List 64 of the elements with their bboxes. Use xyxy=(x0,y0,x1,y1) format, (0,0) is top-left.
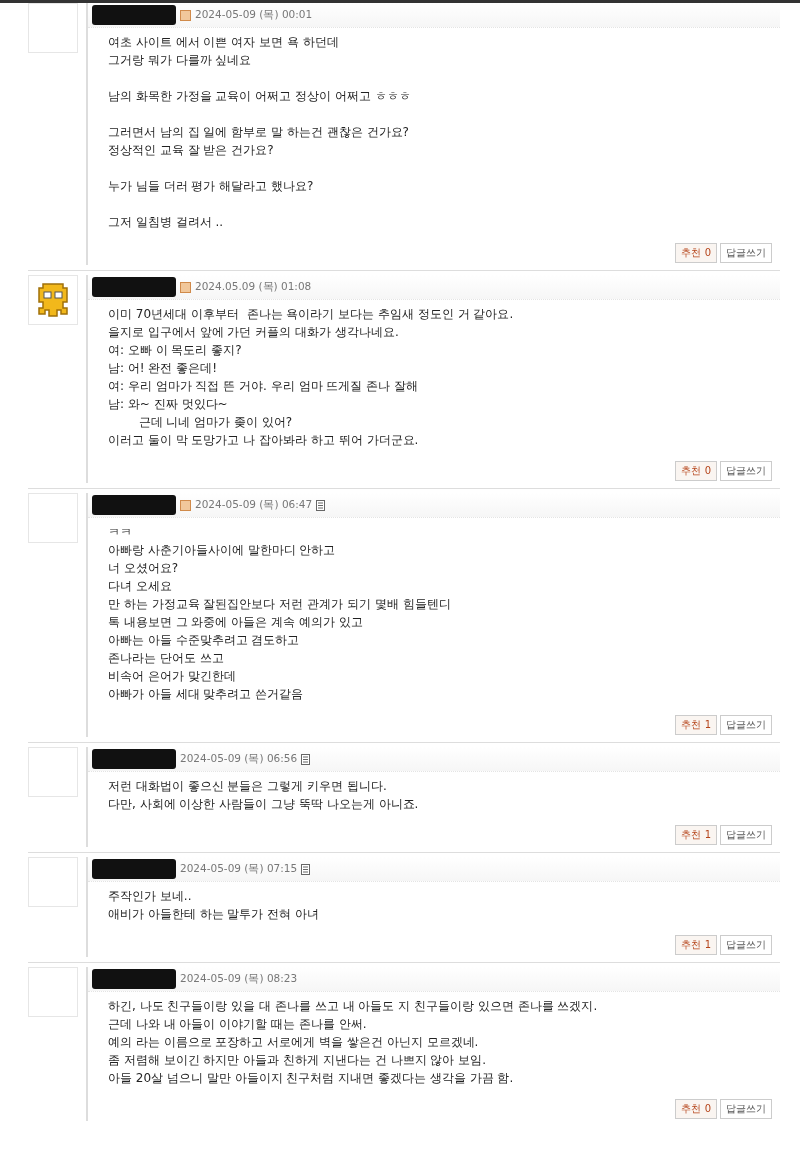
avatar xyxy=(28,493,78,543)
reply-button[interactable]: 답글쓰기 xyxy=(720,935,772,955)
comment-line: 그저 일침병 걸려서 .. xyxy=(108,214,225,231)
memo-icon[interactable] xyxy=(316,499,326,511)
comment-line: 근데 나와 내 아들이 이야기할 때는 존나를 안써. xyxy=(108,1016,368,1033)
comment-line: 근데 니네 엄마가 좆이 있어? xyxy=(137,414,294,431)
recommend-button[interactable]: 추천 1 xyxy=(675,715,717,735)
comment-date: 2024-05-09 (목) 00:01 xyxy=(195,8,313,22)
comment-line: 아빠는 아들 수준맞추려고 겸도하고 xyxy=(108,632,301,649)
comment-line: 여초 사이트 에서 이쁜 여자 보면 욕 하던데 xyxy=(108,34,340,51)
comment-line: 저런 대화법이 좋으신 분들은 그렇게 키우면 됩니다. xyxy=(108,778,388,795)
comment-line: 정상적인 교육 잘 받은 건가요? xyxy=(108,142,275,159)
comment-line: 아들 20살 넘으니 말만 아들이지 친구처럼 지내면 좋겠다는 생각을 가끔 함. xyxy=(108,1070,515,1087)
comment-line: 예의 라는 이름으로 포장하고 서로에게 벽을 쌓은건 아닌지 모르겠네. xyxy=(108,1034,480,1051)
comment-date: 2024.05.09 (목) 01:08 xyxy=(195,280,312,294)
comment-line: 그러면서 남의 집 일에 함부로 말 하는건 괜찮은 건가요? xyxy=(108,124,410,141)
reply-button[interactable]: 답글쓰기 xyxy=(720,1099,772,1119)
comment-line: 여: 우리 엄마가 직접 뜬 거야. 우리 엄마 뜨게질 존나 잘해 xyxy=(108,378,419,395)
comment-line: 톡 내용보면 그 와중에 아들은 계속 예의가 있고 xyxy=(108,614,364,631)
comment-date: 2024-05-09 (목) 06:47 xyxy=(195,498,313,512)
comment-line: 좀 저렴해 보이긴 하지만 아들과 친하게 지낸다는 건 나쁘지 않아 보임. xyxy=(108,1052,487,1069)
avatar xyxy=(28,747,78,797)
comment-line: 하긴, 나도 친구들이랑 있을 대 존나를 쓰고 내 아들도 지 친구들이랑 있으면 존나를 쓰겠지. xyxy=(108,998,599,1015)
reply-button[interactable]: 답글쓰기 xyxy=(720,243,772,263)
comment-line: 남: 어! 완전 좋은데! xyxy=(108,360,219,377)
comment-line: 남의 화목한 가정을 교육이 어쩌고 정상이 어쩌고 ㅎㅎㅎ xyxy=(108,88,412,105)
level-icon xyxy=(180,499,191,511)
comment-line: 누가 님들 더러 평가 해달라고 했나요? xyxy=(108,178,315,195)
comment-date: 2024-05-09 (목) 08:23 xyxy=(180,972,298,986)
avatar xyxy=(28,3,78,53)
level-icon xyxy=(180,9,191,21)
comment-date: 2024-05-09 (목) 06:56 xyxy=(180,752,298,766)
comment-line: 이미 70년세대 이후부터 존나는 욕이라기 보다는 추임새 정도인 거 같아요. xyxy=(108,306,515,323)
comment-line: 존나라는 단어도 쓰고 xyxy=(108,650,225,667)
avatar xyxy=(28,967,78,1017)
recommend-button[interactable]: 추천 0 xyxy=(675,1099,717,1119)
comment-line: 이러고 둘이 막 도망가고 나 잡아봐라 하고 뛰어 가더군요. xyxy=(108,432,420,449)
comment-line: 남: 와~ 진짜 멋있다~ xyxy=(108,396,229,413)
comment-line: 너 오셨어요? xyxy=(108,560,180,577)
reply-button[interactable]: 답글쓰기 xyxy=(720,461,772,481)
recommend-button[interactable]: 추천 1 xyxy=(675,935,717,955)
comment-line: 을지로 입구에서 앞에 가던 커플의 대화가 생각나네요. xyxy=(108,324,400,341)
comment-line: ㅋㅋ xyxy=(108,524,133,541)
reply-button[interactable]: 답글쓰기 xyxy=(720,825,772,845)
reply-button[interactable]: 답글쓰기 xyxy=(720,715,772,735)
comment-line: 비속어 은어가 맞긴한데 xyxy=(108,668,237,685)
comment-line: 아빠랑 사춘기아들사이에 말한마디 안하고 xyxy=(108,542,337,559)
memo-icon[interactable] xyxy=(301,863,311,875)
avatar xyxy=(28,857,78,907)
comment-line: 만 하는 가정교육 잘된집안보다 저런 관계가 되기 몇배 힘들텐디 xyxy=(108,596,452,613)
comment-line: 주작인가 보네.. xyxy=(108,888,193,905)
comment-line: 여: 오빠 이 목도리 좋지? xyxy=(108,342,243,359)
comment-line: 그거랑 뭐가 다를까 싶네요 xyxy=(108,52,253,69)
recommend-button[interactable]: 추천 0 xyxy=(675,461,717,481)
level-icon xyxy=(180,281,191,293)
comment-line: 아빠가 아들 세대 맞추려고 쓴거같음 xyxy=(108,686,305,703)
comment-line: 애비가 아들한테 하는 말투가 전혀 아녀 xyxy=(108,906,321,923)
comment-line: 다만, 사회에 이상한 사람들이 그냥 뚝딱 나오는게 아니죠. xyxy=(108,796,420,813)
recommend-button[interactable]: 추천 0 xyxy=(675,243,717,263)
memo-icon[interactable] xyxy=(301,753,311,765)
recommend-button[interactable]: 추천 1 xyxy=(675,825,717,845)
comment-line: 다녀 오세요 xyxy=(108,578,173,595)
pixel-figure-icon xyxy=(35,280,71,320)
comment-date: 2024-05-09 (목) 07:15 xyxy=(180,862,298,876)
